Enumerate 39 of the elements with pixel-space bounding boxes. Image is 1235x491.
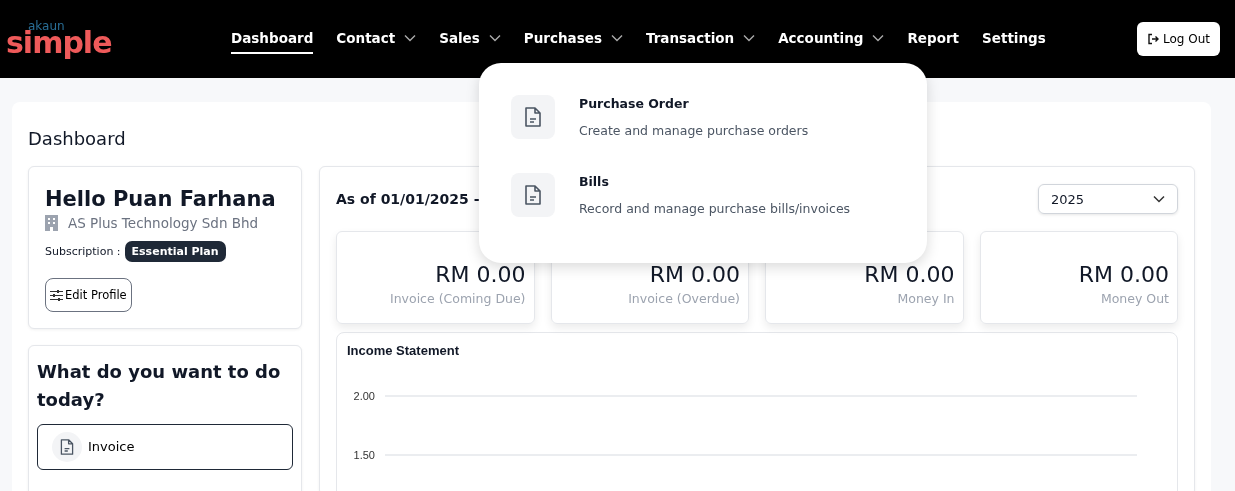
nav-link[interactable]: Accounting [778, 24, 885, 54]
sliders-icon [50, 289, 63, 301]
nav-link[interactable]: Purchases [523, 24, 623, 54]
nav-link[interactable]: Settings [982, 24, 1046, 54]
year-select[interactable]: 2025 [1038, 184, 1178, 214]
chevron-down-icon [1153, 195, 1165, 203]
stat-label: Invoice (Overdue) [627, 291, 740, 306]
stat-label: Invoice (Coming Due) [389, 291, 526, 306]
stat-amount: RM 0.00 [1077, 262, 1169, 287]
nav-link[interactable]: Report [907, 24, 960, 54]
stat-amount: RM 0.00 [434, 262, 526, 287]
page-title: Dashboard [28, 128, 126, 149]
stat-label: Money Out [1099, 291, 1169, 306]
axis-tick-label: 2.00 [353, 390, 375, 402]
nav-link[interactable]: Contact [336, 24, 417, 54]
quick-actions-title: What do you want to do today? [37, 360, 282, 412]
invoice-button[interactable]: Invoice [37, 423, 293, 470]
company-name: AS Plus Technology Sdn Bhd [68, 215, 259, 231]
nav-link[interactable]: Sales [439, 24, 501, 54]
stat-amount: RM 0.00 [648, 262, 740, 287]
nav-link[interactable]: Transaction [645, 24, 756, 54]
document-icon [52, 431, 82, 462]
logout-button[interactable]: Log Out [1137, 22, 1220, 56]
greeting: Hello Puan Farhana [45, 187, 277, 211]
plan-badge: Essential Plan [124, 241, 226, 262]
menu-item[interactable]: Purchase Order Create and manage purchase orders [511, 95, 895, 139]
building-icon [45, 215, 58, 231]
document-icon [511, 95, 555, 139]
chart-title: Income Statement [347, 343, 460, 358]
document-icon [511, 173, 555, 217]
stat-label: Money In [896, 291, 955, 306]
menu-item[interactable]: Bills Record and manage purchase bills/invoices [511, 173, 895, 217]
axis-tick-label: 1.50 [353, 449, 375, 461]
period-text: As of 01/01/2025 - [336, 191, 480, 207]
subscription-label: Subscription : [45, 245, 121, 258]
edit-profile-button[interactable]: Edit Profile [45, 278, 132, 312]
stat-amount: RM 0.00 [863, 262, 955, 287]
logout-icon [1147, 33, 1159, 45]
nav-link[interactable]: Dashboard [231, 24, 314, 54]
